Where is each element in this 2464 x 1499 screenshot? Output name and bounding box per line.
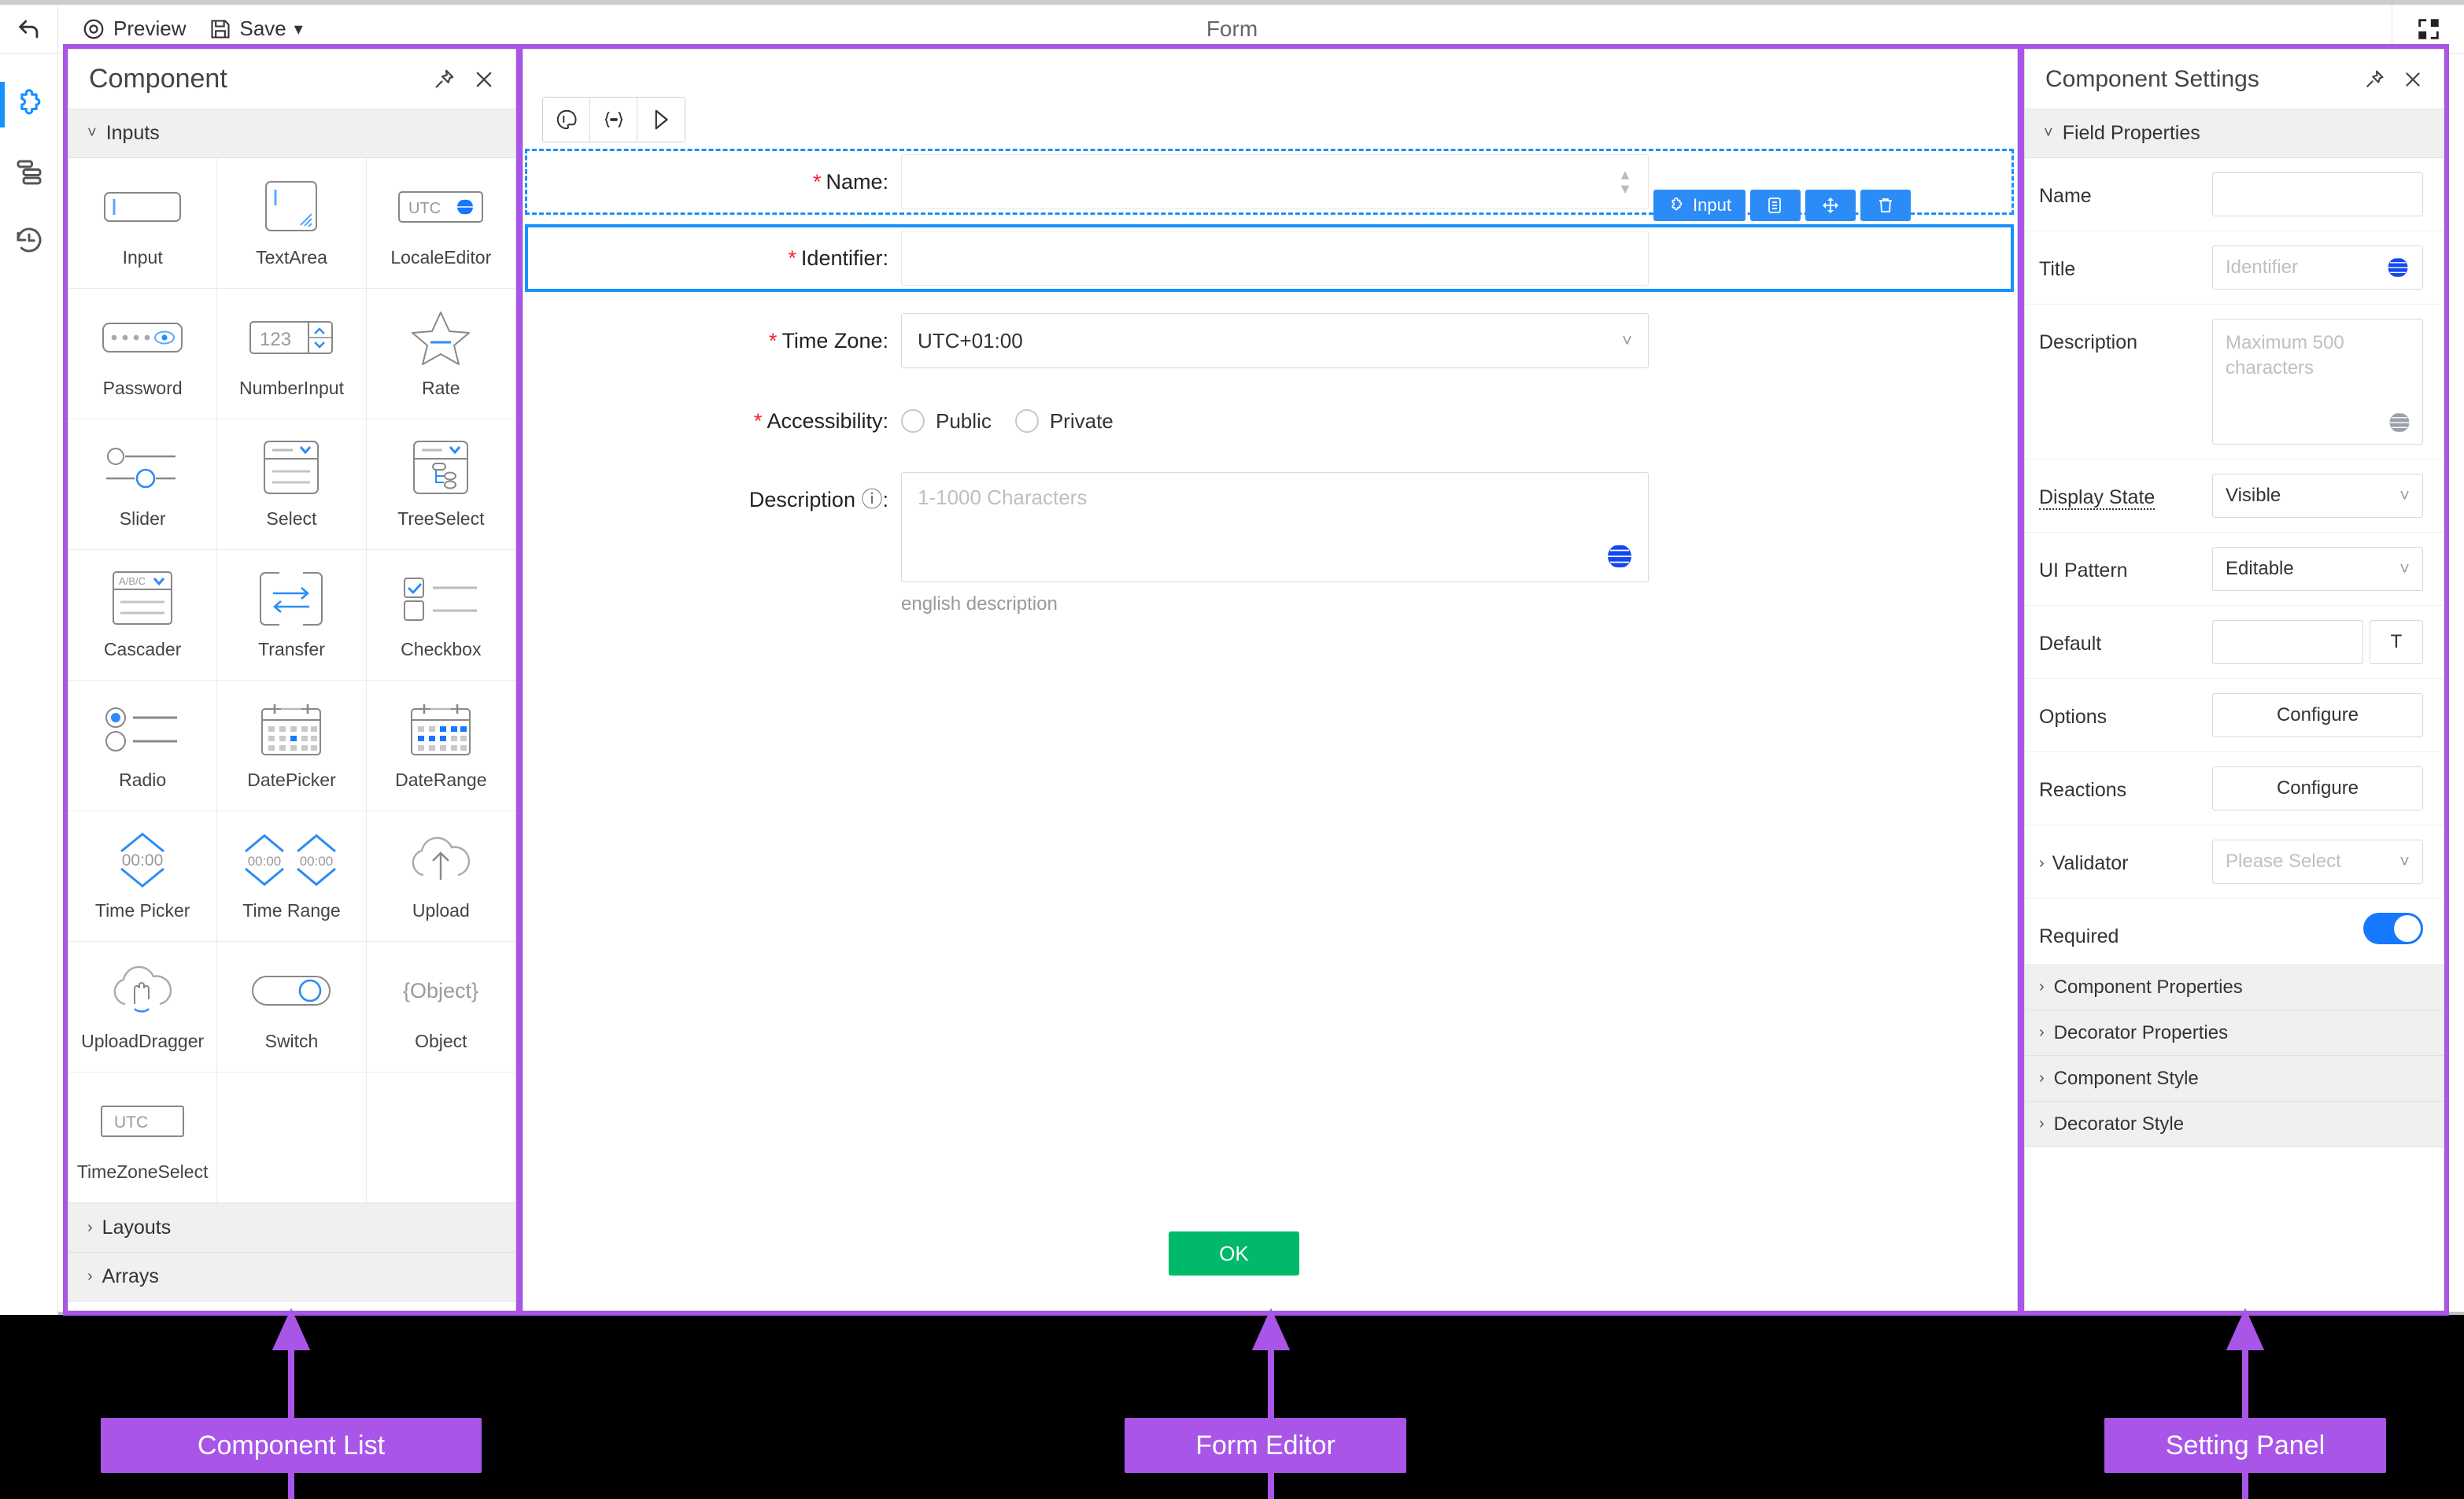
save-caret-icon: ▾ bbox=[294, 19, 303, 39]
fullscreen-icon bbox=[2415, 16, 2442, 42]
left-rail bbox=[0, 54, 58, 1315]
rail-item-history[interactable] bbox=[0, 206, 58, 274]
rail-item-outline[interactable] bbox=[0, 138, 58, 206]
highlight-setting-panel bbox=[2019, 44, 2449, 1316]
rail-item-components[interactable] bbox=[0, 71, 58, 138]
annotation-setting-panel: Setting Panel bbox=[2104, 1418, 2386, 1473]
preview-label: Preview bbox=[113, 17, 186, 41]
undo-button[interactable] bbox=[0, 5, 58, 54]
selected-component-chip[interactable]: Input bbox=[1653, 190, 1745, 221]
copy-component-button[interactable] bbox=[1750, 190, 1801, 221]
save-disk-icon bbox=[209, 18, 231, 40]
save-button[interactable]: Save ▾ bbox=[209, 17, 302, 41]
selected-component-label: Input bbox=[1693, 195, 1731, 216]
trash-icon bbox=[1876, 196, 1895, 215]
page-title: Form bbox=[0, 17, 2464, 42]
puzzle-piece-icon bbox=[1668, 197, 1685, 214]
move-component-button[interactable] bbox=[1805, 190, 1856, 221]
annotation-component-list: Component List bbox=[101, 1418, 482, 1473]
component-selection-toolbar: Input bbox=[1653, 190, 1911, 221]
outline-list-icon bbox=[13, 156, 46, 189]
history-clock-icon bbox=[13, 223, 46, 257]
annotation-label: Setting Panel bbox=[2166, 1431, 2325, 1461]
app-window: Preview Save ▾ Form bbox=[0, 0, 2464, 1315]
puzzle-piece-icon bbox=[12, 87, 46, 122]
move-icon bbox=[1821, 196, 1840, 215]
undo-icon bbox=[16, 16, 42, 42]
preview-eye-icon bbox=[82, 17, 105, 41]
save-label: Save bbox=[239, 17, 286, 41]
annotation-label: Component List bbox=[198, 1431, 385, 1461]
annotation-label: Form Editor bbox=[1195, 1431, 1335, 1461]
preview-button[interactable]: Preview bbox=[82, 17, 186, 41]
highlight-form-editor bbox=[518, 44, 2023, 1316]
highlight-component-list bbox=[63, 44, 521, 1316]
annotation-form-editor: Form Editor bbox=[1125, 1418, 1406, 1473]
copy-icon bbox=[1766, 196, 1785, 215]
delete-component-button[interactable] bbox=[1860, 190, 1911, 221]
